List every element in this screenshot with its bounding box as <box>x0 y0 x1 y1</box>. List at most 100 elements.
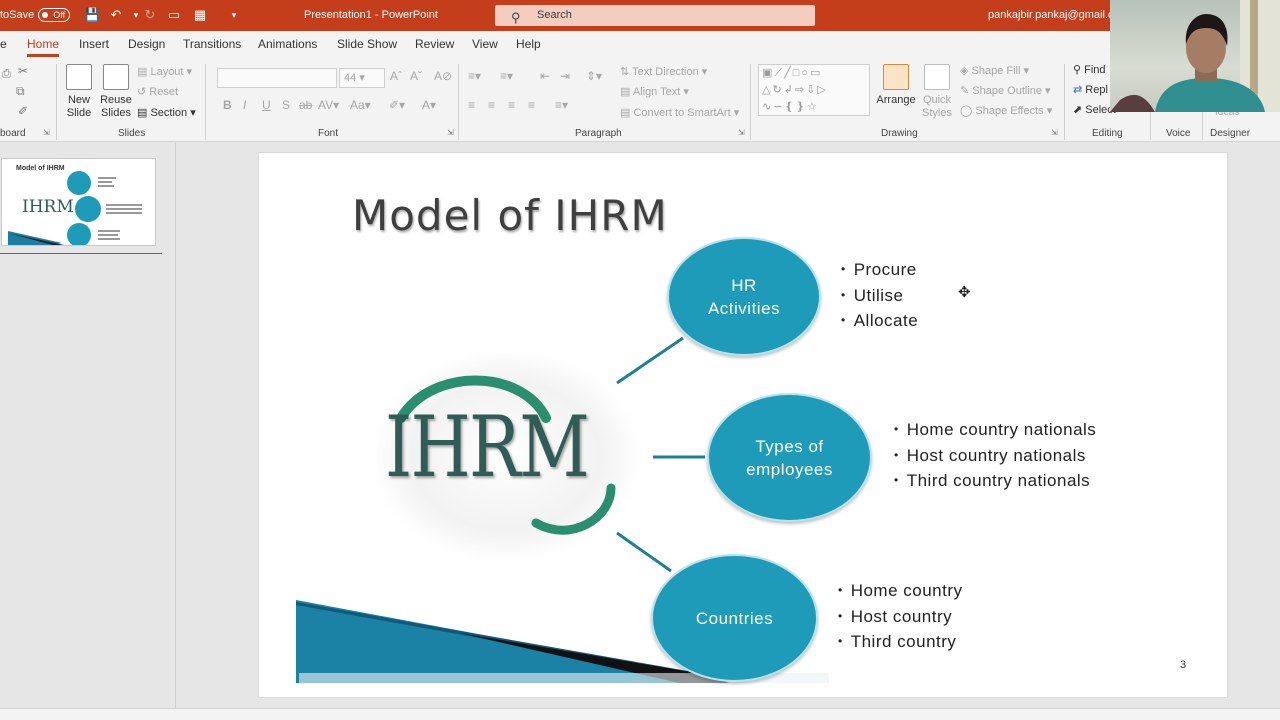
list-item: Third country <box>838 629 963 655</box>
new-slide-button[interactable]: New Slide <box>62 64 96 120</box>
columns-icon[interactable]: ≡▾ <box>555 98 568 112</box>
arrange-button[interactable]: Arrange <box>876 64 916 107</box>
tab-view[interactable]: View <box>472 37 498 51</box>
tab-review[interactable]: Review <box>415 37 454 51</box>
align-center-icon[interactable]: ≡ <box>488 98 495 112</box>
ribbon: ⎙ ✂ ⧉ ✐ board ⇲ New Slide Reuse Slides ▤… <box>0 58 1280 142</box>
convert-smartart-button[interactable]: ▤ Convert to SmartArt ▾ <box>620 106 739 119</box>
align-right-icon[interactable]: ≡ <box>508 98 515 112</box>
find-button[interactable]: ⚲ Find <box>1073 63 1106 76</box>
align-left-icon[interactable]: ≡ <box>468 98 475 112</box>
underline-button[interactable]: U <box>262 98 271 112</box>
layout-button[interactable]: ▤ Layout ▾ <box>137 65 192 78</box>
tab-animations[interactable]: Animations <box>258 37 317 51</box>
strikethrough-icon[interactable]: ab <box>299 98 312 112</box>
webcam-overlay <box>1110 0 1280 112</box>
select-icon: ⬈ <box>1073 104 1083 116</box>
tab-insert[interactable]: Insert <box>79 37 109 51</box>
highlight-icon[interactable]: ✐▾ <box>389 98 405 112</box>
tab-slide-show[interactable]: Slide Show <box>337 37 397 51</box>
account-email[interactable]: pankajbir.pankaj@gmail.co <box>988 9 1120 21</box>
thumbnail-logo: IHRM <box>22 197 74 217</box>
tab-home[interactable]: Home <box>27 37 60 57</box>
paste-icon[interactable]: ⎙ <box>2 68 11 81</box>
shape-fill-button[interactable]: ◈ Shape Fill ▾ <box>960 64 1029 77</box>
circle-label-line1: HR <box>731 275 757 295</box>
increase-font-icon[interactable]: Aˆ <box>390 69 402 83</box>
reuse-slides-button[interactable]: Reuse Slides <box>99 64 133 120</box>
decrease-indent-icon[interactable]: ⇤ <box>540 69 550 83</box>
reset-button[interactable]: ↺ Reset <box>137 85 178 98</box>
format-painter-icon[interactable]: ✐ <box>18 104 28 118</box>
font-size-combo[interactable]: 44 ▾ <box>339 68 385 88</box>
font-name-combo[interactable] <box>217 68 337 88</box>
section-label: Section <box>150 107 188 119</box>
clipboard-launcher-icon[interactable]: ⇲ <box>43 128 50 137</box>
decrease-font-icon[interactable]: Aˇ <box>410 69 422 83</box>
shape-effects-button[interactable]: ◯ Shape Effects ▾ <box>960 104 1052 117</box>
font-launcher-icon[interactable]: ⇲ <box>447 128 454 137</box>
customize-toolbar-icon[interactable]: ▾ <box>226 7 242 23</box>
search-box[interactable]: ⚲ Search <box>495 5 815 26</box>
italic-button[interactable]: I <box>243 98 246 112</box>
hr-activities-circle[interactable]: HR Activities <box>667 237 821 356</box>
text-direction-button[interactable]: ⇅ Text Direction ▾ <box>620 65 707 78</box>
search-placeholder: Search <box>537 9 572 21</box>
shadow-button[interactable]: S <box>282 98 290 112</box>
shapes-gallery[interactable]: ▣⟋╱□○▭ △↻↲⇨⇩▷ ∿∽❴❵☆ <box>758 64 870 116</box>
numbering-icon[interactable]: ≡▾ <box>500 69 513 83</box>
shape-outline-button[interactable]: ✎ Shape Outline ▾ <box>960 84 1051 97</box>
tab-help[interactable]: Help <box>516 37 541 51</box>
align-text-label: Align Text <box>632 86 681 98</box>
types-of-employees-circle[interactable]: Types of employees <box>707 393 872 522</box>
cut-icon[interactable]: ✂ <box>18 64 28 78</box>
copy-icon[interactable]: ⧉ <box>16 84 25 99</box>
replace-button[interactable]: ⇄ Repl <box>1073 83 1108 96</box>
quick-styles-label: Quick Styles <box>922 94 952 119</box>
font-color-icon[interactable]: A▾ <box>422 98 436 112</box>
undo-icon[interactable]: ↶ <box>108 7 124 23</box>
circle-label-line2: Activities <box>707 298 781 318</box>
autosave-control[interactable]: toSave Off <box>0 8 71 22</box>
justify-icon[interactable]: ≡ <box>528 98 535 112</box>
tab-transitions[interactable]: Transitions <box>183 37 241 51</box>
clear-formatting-icon[interactable]: A⊘ <box>434 69 452 83</box>
presenter-icon[interactable]: ▭ <box>166 7 182 23</box>
quick-styles-button[interactable]: Quick Styles <box>918 64 956 120</box>
save-icon[interactable]: 💾 <box>84 7 100 23</box>
autosave-toggle[interactable]: Off <box>38 8 71 22</box>
title-bar: toSave Off 💾 ↶ ▾ ↻ ▭ ▦ ▾ Presentation1 -… <box>0 0 1280 31</box>
tab-design[interactable]: Design <box>128 37 165 51</box>
increase-indent-icon[interactable]: ⇥ <box>560 69 570 83</box>
divider <box>56 64 57 140</box>
ribbon-tabs: e Home Insert Design Transitions Animati… <box>0 31 1280 58</box>
move-cursor-icon: ✥ <box>958 284 971 301</box>
countries-circle[interactable]: Countries <box>651 554 818 682</box>
font-group-label: Font <box>318 128 339 139</box>
line-spacing-icon[interactable]: ⇕▾ <box>586 69 602 83</box>
voice-group-label: Voice <box>1166 128 1191 139</box>
list-item: Home country nationals <box>894 417 1096 443</box>
bullets-icon[interactable]: ≡▾ <box>468 69 481 83</box>
bold-button[interactable]: B <box>223 98 232 112</box>
countries-list[interactable]: Home country Host country Third country <box>838 578 963 655</box>
slide-canvas[interactable]: Model of IHRM IHRM HR Activities • Procu… <box>258 152 1228 698</box>
designer-group-label: Designer <box>1210 128 1251 139</box>
redo-icon[interactable]: ↻ <box>142 7 158 23</box>
layout-icon[interactable]: ▦ <box>192 7 208 23</box>
change-case-icon[interactable]: Aa▾ <box>350 98 371 112</box>
replace-icon: ⇄ <box>1073 84 1083 96</box>
reuse-slides-icon <box>103 64 129 90</box>
drawing-launcher-icon[interactable]: ⇲ <box>1051 128 1058 137</box>
tab-file-fragment[interactable]: e <box>0 37 7 51</box>
arrange-label: Arrange <box>876 94 916 106</box>
section-button[interactable]: ▤ Section ▾ <box>137 106 196 119</box>
slide-thumbnail[interactable]: Model of IHRM IHRM <box>1 158 156 246</box>
types-of-employees-list[interactable]: Home country nationals Host country nati… <box>894 417 1096 494</box>
slides-group-label: Slides <box>118 128 146 139</box>
ihrm-logo: IHRM <box>371 348 641 563</box>
paragraph-launcher-icon[interactable]: ⇲ <box>738 128 745 137</box>
align-text-button[interactable]: ▤ Align Text ▾ <box>620 85 689 98</box>
hr-activities-list[interactable]: Procure Utilise Allocate <box>841 257 918 334</box>
character-spacing-icon[interactable]: AV▾ <box>318 98 339 112</box>
